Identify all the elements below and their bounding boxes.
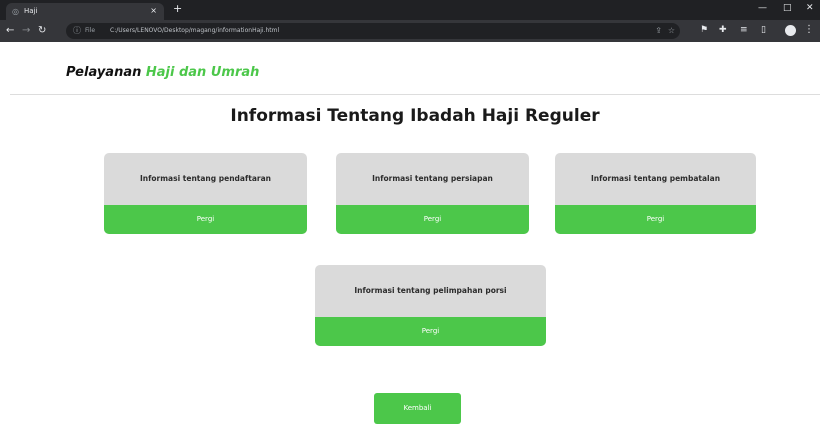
pergi-button[interactable]: Pergi — [104, 205, 307, 234]
browser-tab-bar: ◎ Haji × + — □ ✕ — [0, 0, 820, 20]
minimize-icon[interactable]: — — [758, 3, 767, 13]
more-vert-icon[interactable]: ⋮ — [804, 24, 814, 36]
share-icon[interactable]: ⇪ — [655, 25, 662, 36]
forward-arrow-icon[interactable]: → — [22, 25, 30, 36]
pergi-button[interactable]: Pergi — [336, 205, 529, 234]
kembali-button[interactable]: Kembali — [374, 393, 461, 424]
star-icon[interactable]: ☆ — [668, 25, 675, 36]
card-title: Informasi tentang pendaftaran — [140, 174, 271, 183]
list-icon[interactable]: ≡ — [740, 24, 748, 36]
browser-toolbar: ← → ↻ ⓘ File C:/Users/LENOVO/Desktop/mag… — [0, 20, 820, 42]
sidebar-icon[interactable]: ▯ — [761, 24, 766, 36]
site-brand[interactable]: Pelayanan Haji dan Umrah — [66, 64, 259, 82]
card-title: Informasi tentang pelimpahan porsi — [354, 286, 507, 295]
info-card-pembatalan: Informasi tentang pembatalan Pergi — [555, 153, 756, 234]
profile-icon[interactable] — [785, 25, 796, 36]
tab-close-icon[interactable]: × — [150, 6, 157, 16]
address-bar[interactable]: ⓘ File C:/Users/LENOVO/Desktop/magang/in… — [66, 23, 680, 39]
info-icon[interactable]: ⓘ — [73, 25, 81, 36]
info-card-pelimpahan-porsi: Informasi tentang pelimpahan porsi Pergi — [315, 265, 546, 346]
header-divider — [10, 94, 820, 95]
url-text[interactable]: C:/Users/LENOVO/Desktop/magang/informati… — [110, 26, 279, 36]
reload-icon[interactable]: ↻ — [38, 25, 46, 36]
card-title: Informasi tentang persiapan — [372, 174, 493, 183]
globe-icon: ◎ — [12, 7, 19, 16]
pergi-button[interactable]: Pergi — [555, 205, 756, 234]
new-tab-icon[interactable]: + — [173, 3, 182, 15]
page-title: Informasi Tentang Ibadah Haji Reguler — [230, 106, 600, 126]
info-card-persiapan: Informasi tentang persiapan Pergi — [336, 153, 529, 234]
back-arrow-icon[interactable]: ← — [6, 25, 14, 36]
info-card-pendaftaran: Informasi tentang pendaftaran Pergi — [104, 153, 307, 234]
extension-icon[interactable]: ⚑ — [700, 24, 708, 36]
brand-part-1: Pelayanan — [66, 65, 142, 80]
browser-tab[interactable]: ◎ Haji × — [6, 3, 164, 20]
protocol-label: File — [85, 27, 96, 34]
card-title: Informasi tentang pembatalan — [590, 174, 721, 183]
maximize-icon[interactable]: □ — [783, 3, 792, 13]
puzzle-icon[interactable]: ✚ — [719, 24, 727, 36]
pergi-button[interactable]: Pergi — [315, 317, 546, 346]
tab-title: Haji — [24, 7, 38, 15]
close-window-icon[interactable]: ✕ — [806, 3, 814, 13]
brand-part-2: Haji dan Umrah — [145, 65, 260, 80]
